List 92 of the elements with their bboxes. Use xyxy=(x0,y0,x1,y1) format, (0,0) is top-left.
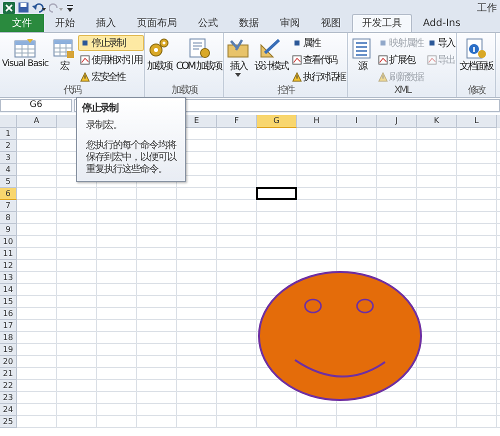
row-header[interactable]: 10 xyxy=(0,236,17,248)
grid-icon xyxy=(13,37,38,59)
ribbon-button[interactable]: 设计模式 xyxy=(252,35,290,85)
row-header[interactable]: 19 xyxy=(0,344,17,356)
tooltip-text: 录制宏。 xyxy=(86,120,123,132)
gear-icon xyxy=(147,37,172,59)
warning-icon xyxy=(292,72,302,82)
info-document-icon xyxy=(464,37,488,59)
row-header[interactable]: 11 xyxy=(0,248,17,260)
row-header[interactable]: 21 xyxy=(0,368,17,380)
row-header[interactable]: 9 xyxy=(0,224,17,236)
ribbon-button[interactable]: 扩展包 xyxy=(376,52,425,68)
row-header[interactable]: 2 xyxy=(0,140,17,152)
row-header[interactable]: 25 xyxy=(0,416,17,428)
square-icon xyxy=(80,38,90,48)
column-header[interactable]: I xyxy=(337,115,377,128)
row-header[interactable]: 3 xyxy=(0,152,17,164)
column-header[interactable]: A xyxy=(17,115,57,128)
ribbon-button[interactable]: 执行对话框 xyxy=(290,69,348,85)
ribbon-button[interactable]: 加载项 xyxy=(144,35,174,85)
square-icon xyxy=(426,38,437,48)
row-header[interactable]: 13 xyxy=(0,272,17,284)
caret-icon xyxy=(235,73,242,77)
warning-icon xyxy=(378,72,388,82)
square-icon xyxy=(292,38,302,48)
ribbon-tab[interactable]: 开发工具 xyxy=(352,14,412,32)
row-header[interactable]: 1 xyxy=(0,128,17,140)
row-header[interactable]: 8 xyxy=(0,212,17,224)
ribbon-button[interactable]: 宏安全性 xyxy=(78,69,144,85)
row-header[interactable]: 5 xyxy=(0,176,17,188)
table-icon xyxy=(378,55,388,65)
row-header[interactable]: 20 xyxy=(0,356,17,368)
ribbon-tab[interactable]: Add-Ins xyxy=(413,14,470,32)
ribbon-tab[interactable]: 文件 xyxy=(0,14,44,32)
group-label: XML xyxy=(393,85,412,97)
app-icon[interactable] xyxy=(3,2,15,14)
column-header[interactable]: K xyxy=(417,115,457,128)
ribbon-tab[interactable]: 视图 xyxy=(311,14,351,32)
customize-icon[interactable] xyxy=(66,2,74,12)
row-header[interactable]: 24 xyxy=(0,404,17,416)
row-header[interactable]: 12 xyxy=(0,260,17,272)
ribbon-button[interactable]: 插入 xyxy=(224,35,252,85)
row-header[interactable]: 22 xyxy=(0,380,17,392)
group-label: 代码 xyxy=(62,85,82,97)
warning-icon xyxy=(80,72,90,82)
ribbon-tab[interactable]: 插入 xyxy=(86,14,126,32)
row-header[interactable]: 15 xyxy=(0,296,17,308)
document-gear-icon xyxy=(186,37,211,59)
column-header[interactable]: H xyxy=(297,115,337,128)
group-label: 加载项 xyxy=(170,85,198,97)
row-header[interactable]: 16 xyxy=(0,308,17,320)
row-header[interactable]: 23 xyxy=(0,392,17,404)
row-header[interactable]: 6 xyxy=(0,188,17,200)
group-label: 修改 xyxy=(466,85,486,97)
undo-icon[interactable] xyxy=(32,2,46,12)
toolbox-icon xyxy=(226,37,250,59)
table-icon xyxy=(292,55,302,65)
row-header[interactable]: 4 xyxy=(0,164,17,176)
ribbon-button[interactable]: 查看代码 xyxy=(290,52,348,68)
row-header[interactable]: 14 xyxy=(0,284,17,296)
grid-icon xyxy=(52,37,76,59)
ribbon-button[interactable]: 文档面板 xyxy=(457,35,496,85)
ribbon-tab[interactable]: 公式 xyxy=(188,14,228,32)
ribbon-tab[interactable]: 审阅 xyxy=(270,14,310,32)
ribbon-button[interactable]: Visual Basic xyxy=(0,35,50,85)
ribbon-button[interactable]: 使用相对引用 xyxy=(78,52,144,68)
name-box[interactable]: G6 xyxy=(0,99,72,112)
save-icon[interactable] xyxy=(18,2,29,13)
square-icon xyxy=(378,38,388,48)
ribbon-button[interactable]: 属性 xyxy=(290,35,348,51)
tooltip-title: 停止录制 xyxy=(82,102,120,115)
row-header[interactable]: 18 xyxy=(0,332,17,344)
ribbon-tab[interactable]: 数据 xyxy=(229,14,269,32)
row-header[interactable]: 17 xyxy=(0,320,17,332)
table-icon xyxy=(80,55,90,65)
row-header[interactable]: 7 xyxy=(0,200,17,212)
active-cell[interactable] xyxy=(256,187,297,200)
ribbon-button[interactable]: COM 加载项 xyxy=(174,35,224,85)
tooltip-text: 您执行的每个命令均将保存到宏中，以便可以重复执行这些命令。 xyxy=(86,140,178,176)
ribbon-button[interactable]: 宏 xyxy=(50,35,78,85)
ribbon-tab[interactable]: 页面布局 xyxy=(127,14,187,32)
window-title: 工作 xyxy=(477,2,497,14)
ribbon-button[interactable]: 导入 xyxy=(424,35,456,51)
column-header[interactable]: G xyxy=(257,115,297,128)
ribbon-button[interactable]: 停止录制 xyxy=(78,35,144,51)
column-header[interactable]: J xyxy=(377,115,417,128)
ribbon-button[interactable]: 源 xyxy=(348,35,376,85)
table-icon xyxy=(426,55,437,65)
ribbon-tab[interactable]: 开始 xyxy=(45,14,85,32)
column-header[interactable]: F xyxy=(217,115,257,128)
column-header[interactable]: L xyxy=(457,115,497,128)
group-label: 控件 xyxy=(276,85,296,97)
